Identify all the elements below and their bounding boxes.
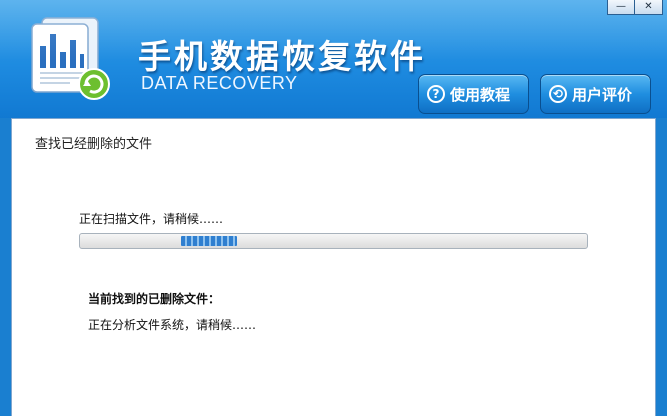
app-subtitle: DATA RECOVERY <box>141 73 298 93</box>
app-title: 手机数据恢复软件 <box>138 37 426 76</box>
close-button[interactable]: ✕ <box>635 0 663 15</box>
app-header: — ✕ 手机数据恢复软件 DATA RECOVERY ? 使用教程 ⟲ 用户评价 <box>0 0 667 118</box>
scan-status-text: 正在扫描文件，请稍候…… <box>79 212 224 226</box>
user-review-button-label: 用户评价 <box>572 85 633 104</box>
progress-indicator <box>181 236 237 246</box>
scan-progress-bar <box>79 233 588 249</box>
main-panel: 查找已经删除的文件 正在扫描文件，请稍候…… 当前找到的已删除文件： 正在分析文… <box>11 118 656 416</box>
analyze-status-text: 正在分析文件系统，请稍候…… <box>88 318 257 332</box>
tutorial-button[interactable]: ? 使用教程 <box>418 74 529 114</box>
section-title: 查找已经删除的文件 <box>35 137 153 152</box>
tutorial-button-label: 使用教程 <box>450 85 511 104</box>
minimize-button[interactable]: — <box>607 0 635 15</box>
found-files-label: 当前找到的已删除文件： <box>88 292 221 306</box>
help-icon: ? <box>427 85 445 103</box>
window-controls: — ✕ <box>607 0 663 15</box>
review-icon: ⟲ <box>549 85 567 103</box>
app-logo-icon <box>31 17 110 100</box>
user-review-button[interactable]: ⟲ 用户评价 <box>540 74 651 114</box>
